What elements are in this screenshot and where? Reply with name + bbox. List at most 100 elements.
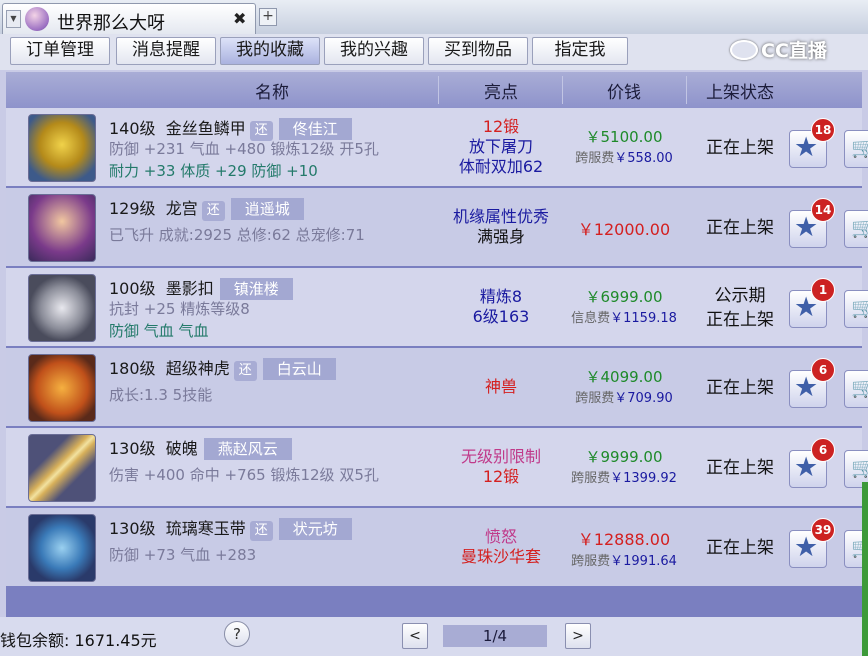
cart-icon: 🛒 — [851, 377, 868, 399]
price-value: ￥5100.00 — [585, 128, 663, 146]
status-text: 公示期 — [714, 286, 766, 306]
title-bar: ▼ 世界那么大呀 ✖ + — [0, 0, 868, 35]
item-attributes: 已飞升 成就:2925 总修:62 总宠修:71 — [109, 226, 365, 244]
item-level: 130级 — [109, 519, 156, 538]
item-title: 130级 破魄 燕赵风云 — [109, 435, 292, 460]
tab-message-alerts[interactable]: 消息提醒 — [116, 37, 216, 65]
fee-value: ￥1399.92 — [610, 471, 677, 486]
server-tag: 状元坊 — [278, 518, 352, 540]
fee-value: ￥1991.64 — [610, 554, 677, 569]
item-name: 琉璃寒玉带 — [165, 519, 246, 538]
server-tag: 佟佳江 — [278, 118, 352, 140]
price-value: ￥12888.00 — [577, 530, 671, 549]
tiger-icon[interactable] — [28, 354, 96, 422]
help-icon[interactable]: ? — [224, 621, 250, 647]
table-row[interactable]: 130级 破魄 燕赵风云 伤害 +400 命中 +765 锻炼12级 双5孔 无级别限… — [6, 428, 868, 506]
fee-line: 信息费￥1159.18 — [562, 307, 686, 326]
wallet-balance: 钱包余额: 1671.45元 — [0, 631, 157, 650]
fee-line: 跨服费￥558.00 — [562, 147, 686, 166]
item-level: 129级 — [109, 199, 156, 218]
highlight-text: 12锻 — [482, 467, 520, 486]
price-value: ￥4099.00 — [585, 368, 663, 386]
belt-icon[interactable] — [28, 514, 96, 582]
item-name: 龙宫 — [165, 199, 198, 218]
cart-button[interactable]: 🛒 — [844, 290, 868, 328]
highlight-text: 机缘属性优秀 — [452, 207, 549, 226]
server-tag: 白云山 — [262, 358, 336, 380]
cart-button[interactable]: 🛒 — [844, 370, 868, 408]
item-attributes: 成长:1.3 5技能 — [109, 386, 213, 404]
page-indicator: 1/4 — [443, 625, 547, 647]
cart-button[interactable]: 🛒 — [844, 210, 868, 248]
highlight-text: 曼珠沙华套 — [460, 547, 541, 566]
highlight-text: 体耐双加62 — [458, 157, 544, 176]
next-page-button[interactable]: > — [565, 623, 591, 649]
server-tag: 逍遥城 — [230, 198, 304, 220]
highlight-text: 放下屠刀 — [468, 137, 533, 156]
close-icon[interactable]: ✖ — [233, 9, 246, 28]
item-attributes: 伤害 +400 命中 +765 锻炼12级 双5孔 — [109, 466, 379, 484]
status-text: 正在上架 — [706, 310, 774, 330]
fee-value: ￥709.90 — [614, 391, 673, 406]
new-tab-button[interactable]: + — [259, 8, 277, 26]
item-level: 130级 — [109, 439, 156, 458]
favorites-board: 名称 亮点 价钱 上架状态 140级 金丝鱼鳞甲还佟佳江 防御 +231 气血 +… — [6, 72, 868, 617]
tab-order-management[interactable]: 订单管理 — [10, 37, 110, 65]
tab-my-interests[interactable]: 我的兴趣 — [324, 37, 424, 65]
window-tab[interactable]: ▼ 世界那么大呀 ✖ — [2, 3, 256, 34]
return-badge: 还 — [249, 521, 273, 541]
listing-status: 公示期 正在上架 — [692, 284, 788, 332]
item-attributes: 抗封 +25 精炼等级8 — [109, 300, 250, 318]
cart-icon: 🛒 — [851, 297, 868, 319]
listing-status: 正在上架 — [692, 456, 788, 480]
character-icon[interactable] — [28, 194, 96, 262]
table-row[interactable]: 140级 金丝鱼鳞甲还佟佳江 防御 +231 气血 +480 锻炼12级 开5孔耐… — [6, 108, 868, 186]
col-highlight: 亮点 — [484, 83, 518, 103]
item-level: 180级 — [109, 359, 156, 378]
item-price: ￥5100.00 跨服费￥558.00 — [562, 126, 686, 166]
table-row[interactable]: 130级 琉璃寒玉带还状元坊防御 +73 气血 +283 愤怒 曼珠沙华套 ￥1288… — [6, 508, 868, 586]
item-name: 金丝鱼鳞甲 — [165, 119, 246, 138]
listing-status: 正在上架 — [692, 216, 788, 240]
cart-icon: 🛒 — [851, 137, 868, 159]
weapon-icon[interactable] — [28, 434, 96, 502]
item-level: 140级 — [109, 119, 156, 138]
item-highlights: 神兽 — [438, 377, 564, 397]
status-text: 正在上架 — [706, 218, 774, 238]
tab-assigned-to-me[interactable]: 指定我 — [532, 37, 628, 65]
highlight-text: 12锻 — [482, 117, 520, 136]
col-name: 名称 — [255, 83, 289, 103]
highlight-text: 神兽 — [484, 377, 517, 396]
watermark-logo: CC直播 — [730, 36, 827, 63]
favorite-count-badge: 6 — [811, 358, 835, 382]
ring-icon[interactable] — [28, 274, 96, 342]
tab-menu-dropdown[interactable]: ▼ — [6, 10, 21, 28]
item-price: ￥6999.00 信息费￥1159.18 — [562, 286, 686, 326]
prev-page-button[interactable]: < — [402, 623, 428, 649]
favorite-count-badge: 1 — [811, 278, 835, 302]
eye-icon — [730, 40, 758, 60]
table-row[interactable]: 180级 超级神虎还白云山 成长:1.3 5技能 神兽 ￥4099.00 跨服费￥709… — [6, 348, 868, 426]
cart-button[interactable]: 🛒 — [844, 130, 868, 168]
listing-status: 正在上架 — [692, 136, 788, 160]
favorite-count-badge: 39 — [811, 518, 835, 542]
tab-purchased-items[interactable]: 买到物品 — [428, 37, 528, 65]
armor-icon[interactable] — [28, 114, 96, 182]
return-badge: 还 — [233, 361, 257, 381]
item-name: 墨影扣 — [165, 279, 214, 298]
table-row[interactable]: 100级 墨影扣 镇淮楼 抗封 +25 精炼等级8 防御 气血 气血 精炼8 6级163 ￥… — [6, 268, 868, 346]
highlight-text: 愤怒 — [484, 527, 517, 546]
avatar — [25, 7, 49, 31]
item-attributes: 防御 +73 气血 +283 — [109, 546, 257, 564]
item-highlights: 12锻 放下屠刀 体耐双加62 — [438, 117, 564, 177]
item-title: 180级 超级神虎还白云山 — [109, 355, 336, 381]
item-price: ￥12000.00 — [562, 216, 686, 240]
table-row[interactable]: 129级 龙宫还逍遥城已飞升 成就:2925 总修:62 总宠修:71 机缘属性优… — [6, 188, 868, 266]
highlight-text: 6级163 — [472, 307, 530, 326]
tab-my-favorites[interactable]: 我的收藏 — [220, 37, 320, 65]
server-tag: 镇淮楼 — [219, 278, 293, 300]
item-level: 100级 — [109, 279, 156, 298]
item-highlights: 精炼8 6级163 — [438, 287, 564, 327]
return-badge: 还 — [201, 201, 225, 221]
fee-label: 跨服费 — [575, 151, 615, 166]
